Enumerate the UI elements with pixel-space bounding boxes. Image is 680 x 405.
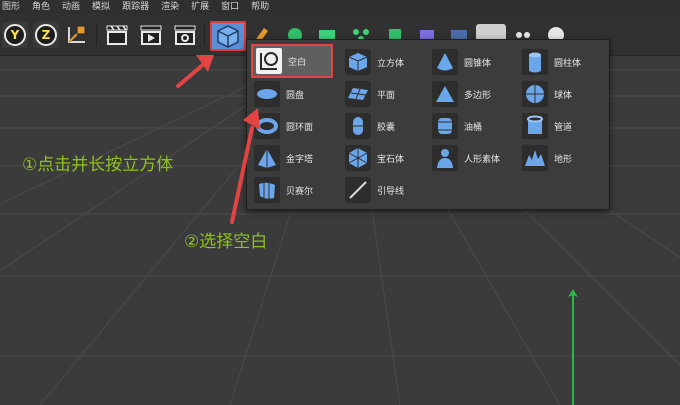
cube-button[interactable] [210,21,246,51]
palette-item-sphere[interactable]: 球体 [519,78,603,110]
axis-z-button[interactable]: Z [33,22,59,48]
toolbar-separator [96,24,97,46]
palette-item-label: 圆环面 [286,122,314,133]
render-settings-button[interactable] [172,22,198,48]
palette-item-torus[interactable]: 圆环面 [251,110,335,142]
palette-item-polygon[interactable]: 多边形 [429,78,513,110]
menu-item-window[interactable]: 窗口 [221,0,239,14]
palette-item-capsule[interactable]: 胶囊 [342,110,426,142]
palette-column: 圆锥体 多边形 油桶 人形素体 [429,46,513,174]
palette-item-gem[interactable]: 宝石体 [342,142,426,174]
palette-item-label: 管道 [554,122,573,133]
render-to-picture-viewer-button[interactable] [138,22,164,48]
palette-item-label: 空白 [288,57,307,68]
palette-item-label: 圆盘 [286,90,305,101]
palette-item-label: 宝石体 [377,154,405,165]
palette-item-bezier[interactable]: 贝赛尔 [251,174,335,206]
cylinder-icon [522,49,548,75]
palette-item-label: 圆柱体 [554,58,582,69]
annotation-step1: ①点击并长按立方体 [22,155,174,175]
menu-item-animate[interactable]: 动画 [62,0,80,14]
coordinate-system-button[interactable] [64,22,90,48]
palette-item-cube[interactable]: 立方体 [342,46,426,78]
palette-item-pyramid[interactable]: 金字塔 [251,142,335,174]
figure-icon [432,145,458,171]
palette-item-label: 立方体 [377,58,405,69]
render-view-button[interactable] [104,22,130,48]
render-play-icon [140,25,162,45]
landscape-icon [522,145,548,171]
palette-item-label: 油桶 [464,122,483,133]
axis-y-label: Y [4,24,26,46]
palette-item-figure[interactable]: 人形素体 [429,142,513,174]
pyramid-icon [254,145,280,171]
cone-icon [432,49,458,75]
tube-icon [522,113,548,139]
toolbar-separator [204,24,205,46]
guide-icon [345,177,371,203]
palette-column: 空白 圆盘 圆环面 金字塔 贝赛尔 [251,44,335,206]
palette-item-plane[interactable]: 平面 [342,78,426,110]
menu-item-shape[interactable]: 图形 [2,0,20,14]
annotation-step2: ②选择空白 [184,232,268,252]
menu-item-render[interactable]: 渲染 [161,0,179,14]
coordinate-system-icon [68,25,86,43]
palette-item-landscape[interactable]: 地形 [519,142,603,174]
bezier-icon [254,177,280,203]
menu-item-tracker[interactable]: 跟踪器 [122,0,149,14]
palette-item-label: 贝赛尔 [286,186,314,197]
render-settings-icon [174,25,196,45]
clapperboard-icon [106,25,128,45]
disc-icon [254,81,280,107]
palette-item-cone[interactable]: 圆锥体 [429,46,513,78]
palette-item-label: 人形素体 [464,154,501,165]
palette-item-label: 金字塔 [286,154,314,165]
object-palette-dropdown: 空白 圆盘 圆环面 金字塔 贝赛尔 立方体 平面 胶囊 宝石体 引导线 圆锥体 … [246,39,610,210]
torus-icon [254,113,280,139]
gem-icon [345,145,371,171]
palette-column: 立方体 平面 胶囊 宝石体 引导线 [342,46,426,206]
palette-item-label: 引导线 [377,186,405,197]
menu-item-help[interactable]: 帮助 [251,0,269,14]
palette-item-label: 多边形 [464,90,492,101]
palette-item-tube[interactable]: 管道 [519,110,603,142]
palette-column: 圆柱体 球体 管道 地形 [519,46,603,174]
polygon-icon [432,81,458,107]
axis-z-label: Z [35,24,57,46]
palette-item-label: 球体 [554,90,573,101]
null-object-icon [256,48,282,74]
palette-item-disc[interactable]: 圆盘 [251,78,335,110]
palette-item-guide[interactable]: 引导线 [342,174,426,206]
plane-icon [345,81,371,107]
axis-y-button[interactable]: Y [2,22,28,48]
palette-item-null[interactable]: 空白 [251,44,333,78]
menu-item-character[interactable]: 角色 [32,0,50,14]
menu-item-simulate[interactable]: 模拟 [92,0,110,14]
menu-bar: 图形 角色 动画 模拟 跟踪器 渲染 扩展 窗口 帮助 [0,0,680,14]
cube-icon [345,49,371,75]
sphere-icon [522,81,548,107]
cube-icon [217,25,239,48]
capsule-icon [345,113,371,139]
palette-item-label: 胶囊 [377,122,396,133]
menu-item-extensions[interactable]: 扩展 [191,0,209,14]
palette-item-label: 平面 [377,90,396,101]
y-axis-line [572,293,574,405]
y-axis-arrow-icon [568,289,578,297]
palette-item-label: 地形 [554,154,573,165]
palette-item-label: 圆锥体 [464,58,492,69]
oil-tank-icon [432,113,458,139]
palette-item-cylinder[interactable]: 圆柱体 [519,46,603,78]
palette-item-oil-tank[interactable]: 油桶 [429,110,513,142]
